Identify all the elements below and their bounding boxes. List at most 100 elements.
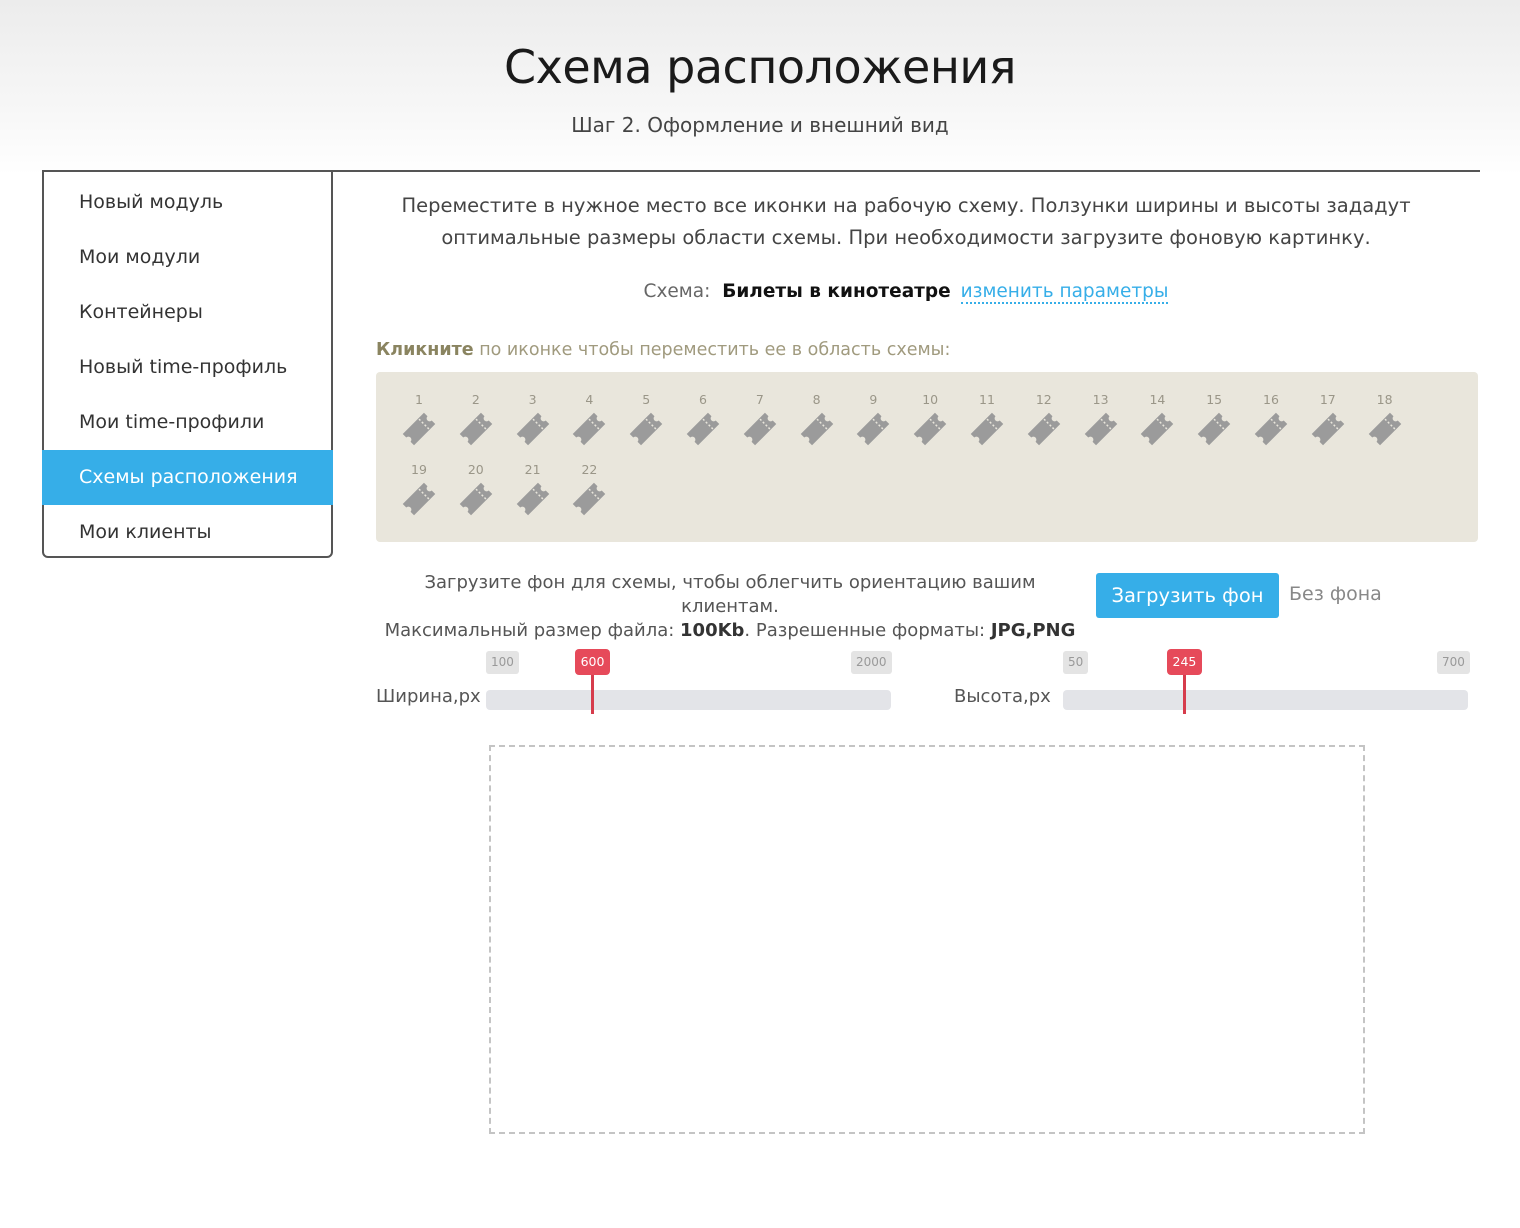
upload-size-value: 100Kb (680, 620, 745, 641)
height-slider-label: Высота,px (954, 686, 1051, 707)
width-slider-value: 600 (574, 649, 611, 675)
icon-tray: 1 2 3 4 5 6 7 8 9 10 11 12 13 14 15 16 17 18 19 20 21 22 (376, 372, 1478, 542)
ticket-icon (459, 482, 493, 516)
ticket-16[interactable]: 16 (1248, 392, 1294, 462)
ticket-19[interactable]: 19 (396, 462, 442, 532)
ticket-icon (1027, 412, 1061, 446)
width-slider-max: 2000 (851, 651, 892, 674)
page-subtitle: Шаг 2. Оформление и внешний вид (571, 113, 949, 137)
sidebar-item-new-time-profile[interactable]: Новый time-профиль (42, 340, 333, 395)
width-slider-handle[interactable] (591, 675, 595, 714)
ticket-number: 7 (755, 392, 764, 407)
ticket-3[interactable]: 3 (510, 392, 556, 462)
page-title: Схема расположения (504, 40, 1016, 94)
ticket-14[interactable]: 14 (1134, 392, 1180, 462)
sidebar-item-containers[interactable]: Контейнеры (42, 285, 333, 340)
ticket-7[interactable]: 7 (737, 392, 783, 462)
ticket-icon (629, 412, 663, 446)
sidebar-item-my-time-profiles[interactable]: Мои time-профили (42, 395, 333, 450)
ticket-number: 21 (524, 462, 541, 477)
ticket-number: 11 (979, 392, 995, 407)
height-slider-max: 700 (1437, 651, 1470, 674)
ticket-11[interactable]: 11 (964, 392, 1010, 462)
ticket-number: 15 (1206, 392, 1223, 407)
ticket-number: 8 (812, 392, 821, 407)
scheme-label: Схема: (643, 281, 711, 302)
ticket-icon (1368, 412, 1401, 446)
upload-background-button[interactable]: Загрузить фон (1096, 573, 1279, 618)
ticket-icon (1254, 412, 1288, 446)
ticket-6[interactable]: 6 (680, 392, 726, 462)
ticket-number: 10 (922, 392, 939, 407)
ticket-icon (1197, 412, 1231, 446)
upload-info-line1: Загрузите фон для схемы, чтобы облегчить… (424, 572, 1036, 617)
upload-info-line2: Максимальный размер файла: 100Kb. Разреш… (378, 619, 1082, 643)
ticket-icon (573, 412, 606, 446)
sidebar-item-layout-schemes[interactable]: Схемы расположения (42, 450, 333, 505)
upload-size-label: Максимальный размер файла: (384, 620, 681, 641)
ticket-icon (1084, 412, 1117, 446)
ticket-13[interactable]: 13 (1078, 392, 1124, 462)
width-slider-track[interactable] (486, 690, 891, 710)
height-slider-value: 245 (1166, 649, 1203, 675)
ticket-8[interactable]: 8 (794, 392, 840, 462)
ticket-icon (857, 412, 890, 446)
ticket-number: 2 (471, 392, 480, 407)
upload-info: Загрузите фон для схемы, чтобы облегчить… (378, 571, 1082, 643)
ticket-number: 1 (415, 392, 423, 407)
scheme-line: Схема: Билеты в кинотеатре изменить пара… (350, 281, 1462, 304)
hint-text: по иконке чтобы переместить ее в область… (479, 340, 951, 360)
upload-formats-value: JPG,PNG (990, 620, 1076, 641)
ticket-number: 4 (585, 392, 594, 407)
ticket-22[interactable]: 22 (566, 462, 612, 532)
ticket-15[interactable]: 15 (1191, 392, 1237, 462)
hint-strong: Кликните (376, 340, 474, 360)
ticket-5[interactable]: 5 (623, 392, 669, 462)
ticket-21[interactable]: 21 (510, 462, 556, 532)
ticket-2[interactable]: 2 (453, 392, 499, 462)
ticket-1[interactable]: 1 (396, 392, 442, 462)
ticket-icon (743, 412, 777, 446)
ticket-number: 14 (1149, 392, 1166, 407)
ticket-icon (516, 412, 549, 446)
height-slider-handle[interactable] (1183, 675, 1186, 714)
sidebar: Новый модуль Мои модули Контейнеры Новый… (42, 170, 333, 558)
upload-formats-label: . Разрешенные форматы: (744, 620, 991, 641)
width-slider-min: 100 (486, 651, 519, 674)
ticket-number: 16 (1263, 392, 1279, 407)
ticket-4[interactable]: 4 (566, 392, 612, 462)
sidebar-item-my-clients[interactable]: Мои клиенты (42, 505, 333, 560)
ticket-number: 12 (1035, 392, 1052, 407)
ticket-number: 20 (467, 462, 484, 477)
ticket-icon (800, 412, 833, 446)
ticket-18[interactable]: 18 (1362, 392, 1408, 462)
ticket-icon (402, 412, 436, 446)
ticket-12[interactable]: 12 (1021, 392, 1067, 462)
scheme-name: Билеты в кинотеатре (722, 281, 951, 302)
sidebar-item-my-modules[interactable]: Мои модули (42, 230, 333, 285)
height-slider-track[interactable] (1063, 690, 1468, 710)
edit-parameters-link[interactable]: изменить параметры (960, 281, 1169, 304)
no-background-link[interactable]: Без фона (1289, 583, 1382, 605)
intro-text: Переместите в нужное место все иконки на… (401, 194, 1411, 249)
ticket-icon (686, 412, 720, 446)
ticket-number: 5 (642, 392, 651, 407)
sidebar-item-new-module[interactable]: Новый модуль (42, 175, 333, 230)
ticket-9[interactable]: 9 (850, 392, 896, 462)
ticket-icon (1311, 412, 1345, 446)
ticket-icon (516, 482, 549, 516)
ticket-icon (402, 482, 436, 516)
ticket-icon (913, 412, 947, 446)
ticket-17[interactable]: 17 (1305, 392, 1351, 462)
ticket-20[interactable]: 20 (453, 462, 499, 532)
ticket-icon (1141, 412, 1174, 446)
ticket-icon (970, 412, 1004, 446)
ticket-number: 13 (1092, 392, 1109, 407)
ticket-number: 22 (581, 462, 598, 477)
scheme-work-area[interactable] (489, 745, 1365, 1134)
ticket-icon (459, 412, 493, 446)
width-slider-label: Ширина,px (376, 686, 481, 707)
ticket-10[interactable]: 10 (907, 392, 953, 462)
ticket-number: 9 (869, 392, 878, 407)
ticket-number: 19 (411, 462, 427, 477)
